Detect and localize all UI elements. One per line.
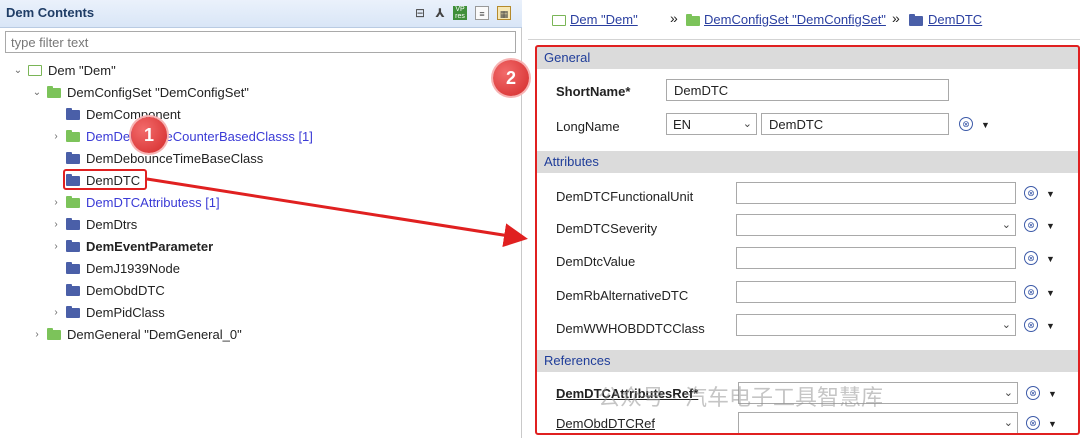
annotation-badge-2: 2 [493,60,529,96]
watermark: 公众号 · 汽车电子工具智慧库 [598,386,883,411]
annotation-badge-1: 1 [131,117,167,153]
annotation-arrows [146,177,528,248]
arrow-to-editor [146,177,528,248]
